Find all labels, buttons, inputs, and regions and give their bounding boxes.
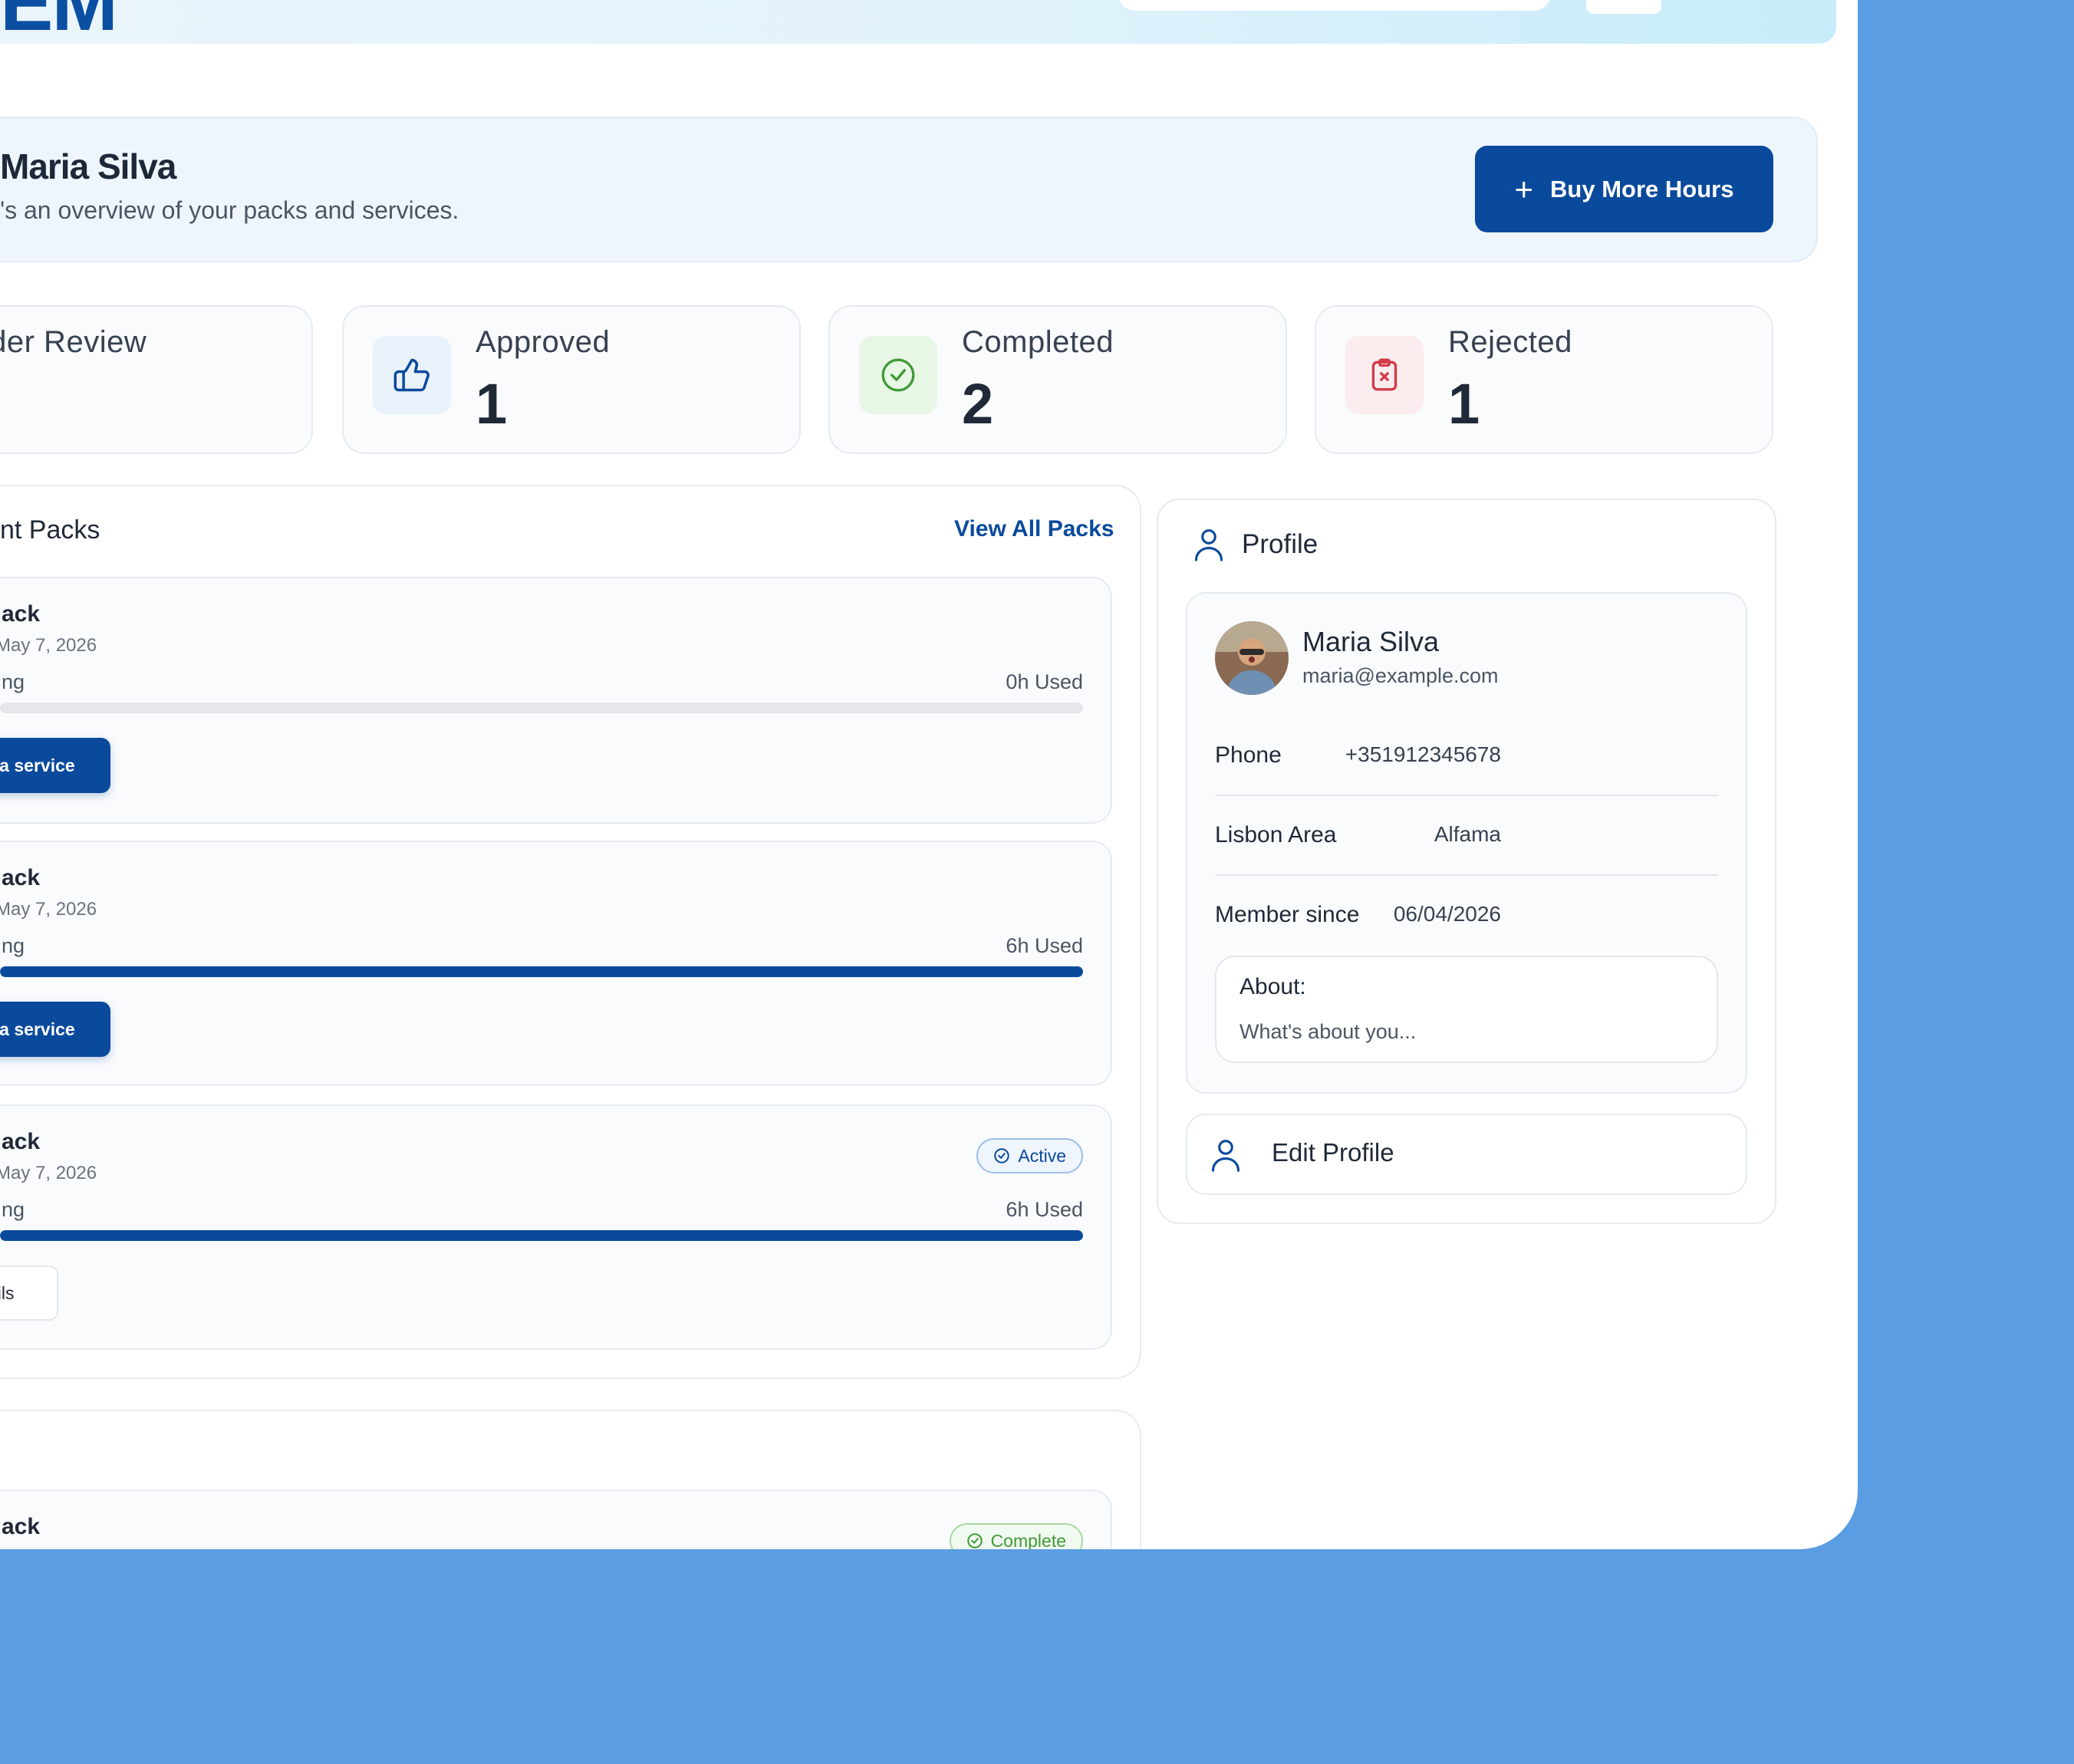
brand-logo[interactable]: EM — [0, 0, 118, 43]
stat-label: Rejected — [1448, 325, 1572, 359]
request-service-button[interactable]: e a service — [0, 738, 110, 793]
about-placeholder: What's about you... — [1239, 1020, 1417, 1043]
about-box[interactable] — [1215, 956, 1718, 1063]
buy-more-hours-label: Buy More Hours — [1550, 175, 1734, 202]
stat-card-approved: Approved 1 — [342, 305, 801, 454]
welcome-name: Maria Silva — [0, 146, 176, 186]
thumbs-up-icon — [373, 336, 451, 414]
member-since-value: 06/04/2026 — [1393, 902, 1501, 926]
welcome-subtitle: 's an overview of your packs and service… — [0, 196, 459, 224]
backdrop-right-edge — [1951, 0, 2074, 1764]
stat-value: 1 — [476, 372, 508, 436]
user-icon — [1209, 1137, 1243, 1177]
profile-title: Profile — [1242, 529, 1318, 559]
stat-value: 2 — [962, 372, 994, 436]
user-icon — [1192, 526, 1226, 567]
clipboard-x-icon — [1345, 336, 1424, 414]
about-label: About: — [1239, 974, 1306, 999]
pack-hours-used: 0h Used — [1006, 670, 1083, 693]
pack-name: ack — [2, 1514, 41, 1539]
pack-name: ack — [2, 601, 41, 627]
pack-hours-used: 6h Used — [1006, 934, 1083, 957]
pack-card: ack May 7, 2026 Active ng 6h Used ails — [0, 1104, 1112, 1350]
pack-card: ack May 7, 2026 ng 6h Used e a service — [0, 841, 1112, 1086]
stat-label: Completed — [962, 325, 1114, 359]
pack-date: May 7, 2026 — [0, 899, 97, 920]
pack-status: ng — [2, 934, 25, 957]
edit-profile-button[interactable] — [1186, 1114, 1747, 1195]
pack-hours-used: 6h Used — [1006, 1198, 1083, 1221]
view-all-packs-link[interactable]: View All Packs — [954, 516, 1114, 542]
buy-more-hours-button[interactable]: + Buy More Hours — [1475, 146, 1773, 232]
plus-icon: + — [1514, 170, 1534, 207]
pack-status: ng — [2, 670, 25, 693]
stat-card-completed: Completed 2 — [828, 305, 1287, 454]
request-service-button[interactable]: e a service — [0, 1002, 110, 1057]
pack-progress-fill — [0, 966, 1083, 977]
pack-progress-fill — [0, 1230, 1083, 1241]
nav-action-button[interactable] — [1586, 0, 1661, 14]
pack-card: ack Complete — [0, 1489, 1112, 1549]
check-circle-icon — [966, 1533, 983, 1548]
stat-card-rejected: Rejected 1 — [1315, 305, 1773, 454]
top-nav: EM — [0, 0, 1836, 44]
status-badge-complete: Complete — [949, 1523, 1083, 1549]
phone-value: +351912345678 — [1345, 742, 1501, 766]
app-window: EM Maria Silva 's an overview of your pa… — [0, 0, 1858, 1549]
pack-name: ack — [2, 1129, 41, 1154]
stat-label: Under Review — [0, 325, 147, 359]
pack-card: ack May 7, 2026 ng 0h Used e a service — [0, 577, 1112, 824]
pack-progress-bar — [0, 1230, 1083, 1241]
pack-date: May 7, 2026 — [0, 1163, 97, 1183]
member-since-label: Member since — [1215, 902, 1360, 927]
pack-name: ack — [2, 865, 41, 890]
stat-value: 1 — [1448, 372, 1480, 436]
profile-name: Maria Silva — [1302, 626, 1440, 657]
check-circle-icon — [859, 336, 937, 414]
pack-date: May 7, 2026 — [0, 635, 97, 656]
pack-status: ng — [2, 1198, 25, 1221]
recent-packs-title: nt Packs — [0, 515, 100, 545]
profile-email: maria@example.com — [1302, 664, 1499, 687]
divider — [1215, 795, 1718, 796]
divider — [1215, 874, 1718, 876]
check-circle-icon — [994, 1148, 1010, 1163]
edit-profile-label: Edit Profile — [1272, 1138, 1394, 1167]
avatar[interactable] — [1215, 621, 1289, 695]
lisbon-area-label: Lisbon Area — [1215, 822, 1337, 847]
pack-progress-bar — [0, 966, 1083, 977]
pack-progress-bar — [0, 703, 1083, 713]
phone-label: Phone — [1215, 742, 1282, 768]
status-badge-active: Active — [976, 1138, 1083, 1173]
lisbon-area-value: Alfama — [1434, 822, 1501, 846]
stat-label: Approved — [476, 325, 611, 359]
view-details-button[interactable]: ails — [0, 1265, 58, 1321]
nav-search-pill[interactable] — [1118, 0, 1551, 11]
stat-card-under-review: Under Review 1 — [0, 305, 313, 454]
